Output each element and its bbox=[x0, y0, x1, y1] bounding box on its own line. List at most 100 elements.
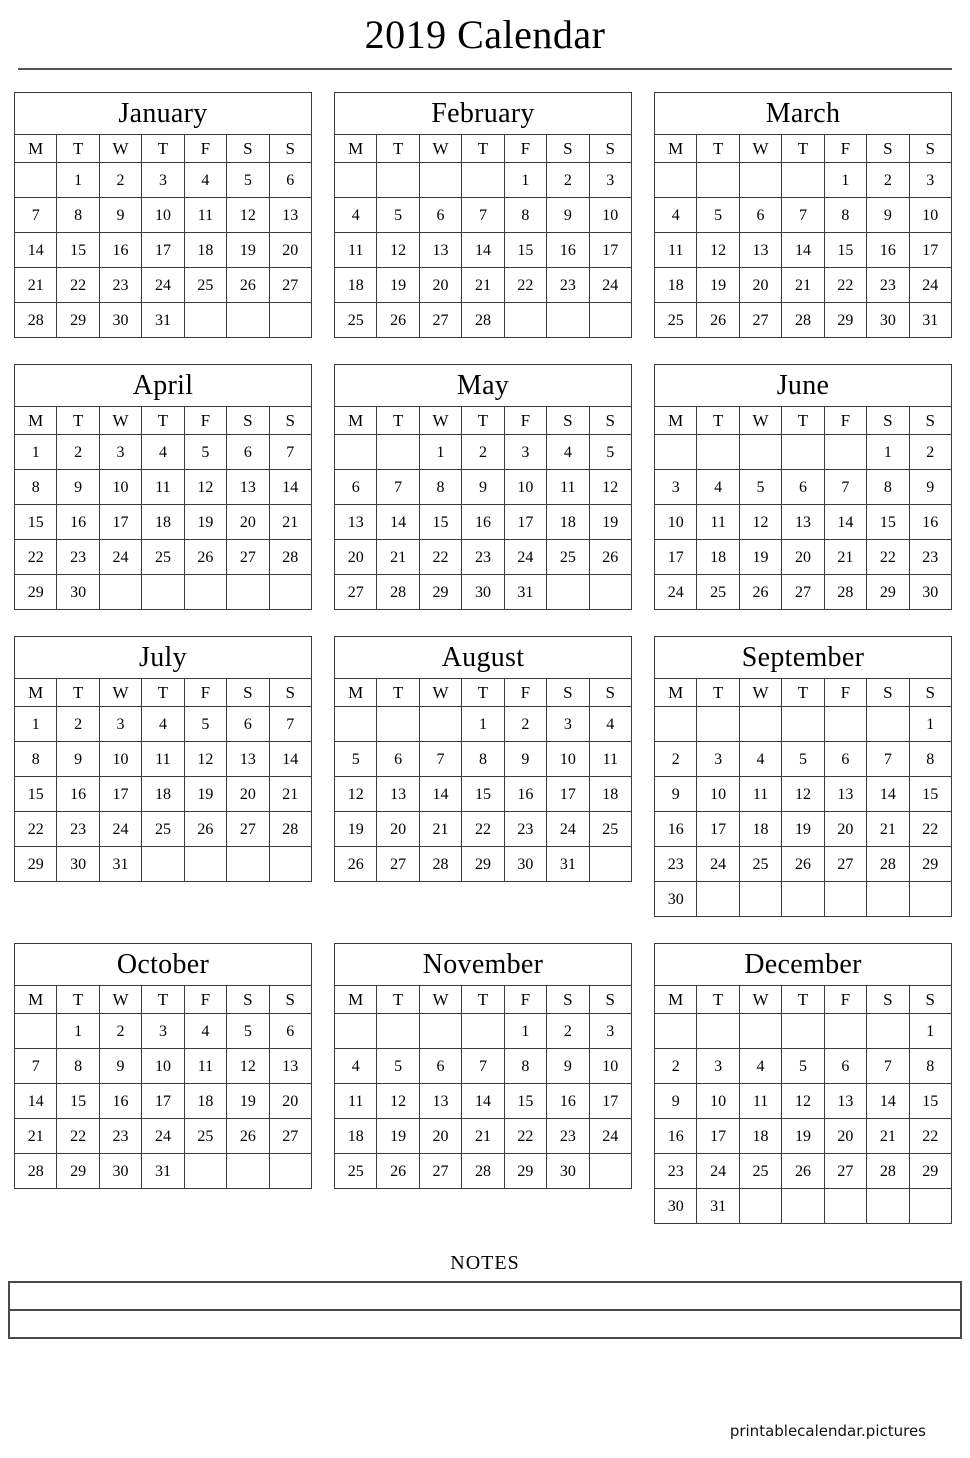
day-cell[interactable]: 17 bbox=[98, 504, 143, 540]
day-cell[interactable]: 3 bbox=[98, 434, 143, 470]
day-cell[interactable]: 20 bbox=[418, 267, 463, 303]
day-cell[interactable]: 30 bbox=[866, 302, 910, 338]
day-cell[interactable]: 19 bbox=[376, 267, 420, 303]
day-cell[interactable]: 24 bbox=[141, 1118, 185, 1154]
day-cell[interactable]: 28 bbox=[268, 539, 313, 575]
day-cell[interactable]: 22 bbox=[13, 811, 58, 847]
day-cell[interactable]: 1 bbox=[503, 1013, 548, 1049]
day-cell[interactable]: 2 bbox=[98, 162, 143, 198]
day-cell[interactable]: 2 bbox=[503, 706, 548, 742]
day-cell[interactable]: 23 bbox=[546, 1118, 590, 1154]
day-cell[interactable]: 19 bbox=[696, 267, 740, 303]
day-cell[interactable]: 11 bbox=[546, 469, 590, 505]
day-cell[interactable]: 7 bbox=[268, 434, 313, 470]
day-cell[interactable]: 5 bbox=[183, 434, 228, 470]
day-cell[interactable]: 13 bbox=[268, 1048, 313, 1084]
day-cell[interactable]: 29 bbox=[908, 1153, 953, 1189]
day-cell[interactable]: 31 bbox=[98, 846, 143, 882]
day-cell[interactable]: 22 bbox=[823, 267, 868, 303]
day-cell[interactable]: 12 bbox=[183, 741, 228, 777]
day-cell[interactable]: 13 bbox=[781, 504, 825, 540]
day-cell[interactable]: 18 bbox=[141, 504, 185, 540]
day-cell[interactable]: 24 bbox=[98, 811, 143, 847]
day-cell[interactable]: 6 bbox=[268, 1013, 313, 1049]
day-cell[interactable]: 6 bbox=[418, 197, 463, 233]
day-cell[interactable]: 29 bbox=[56, 1153, 100, 1189]
day-cell[interactable]: 9 bbox=[56, 741, 100, 777]
day-cell[interactable]: 17 bbox=[588, 232, 633, 268]
day-cell[interactable]: 4 bbox=[183, 162, 228, 198]
day-cell[interactable]: 2 bbox=[546, 162, 590, 198]
day-cell[interactable]: 26 bbox=[376, 1153, 420, 1189]
day-cell[interactable]: 30 bbox=[653, 881, 698, 917]
day-cell[interactable]: 29 bbox=[56, 302, 100, 338]
day-cell[interactable]: 8 bbox=[908, 741, 953, 777]
day-cell[interactable]: 3 bbox=[141, 162, 185, 198]
day-cell[interactable]: 10 bbox=[696, 1083, 740, 1119]
day-cell[interactable]: 17 bbox=[98, 776, 143, 812]
day-cell[interactable]: 13 bbox=[418, 1083, 463, 1119]
day-cell[interactable]: 14 bbox=[866, 1083, 910, 1119]
day-cell[interactable]: 26 bbox=[333, 846, 378, 882]
day-cell[interactable]: 17 bbox=[696, 1118, 740, 1154]
day-cell[interactable]: 22 bbox=[503, 267, 548, 303]
notes-line[interactable] bbox=[10, 1283, 960, 1311]
day-cell[interactable]: 29 bbox=[461, 846, 505, 882]
day-cell[interactable]: 5 bbox=[333, 741, 378, 777]
day-cell[interactable]: 27 bbox=[418, 1153, 463, 1189]
day-cell[interactable]: 10 bbox=[141, 197, 185, 233]
day-cell[interactable]: 25 bbox=[738, 846, 783, 882]
day-cell[interactable]: 27 bbox=[418, 302, 463, 338]
day-cell[interactable]: 4 bbox=[738, 1048, 783, 1084]
day-cell[interactable]: 28 bbox=[13, 1153, 58, 1189]
day-cell[interactable]: 7 bbox=[13, 197, 58, 233]
day-cell[interactable]: 24 bbox=[546, 811, 590, 847]
day-cell[interactable]: 24 bbox=[503, 539, 548, 575]
day-cell[interactable]: 14 bbox=[866, 776, 910, 812]
day-cell[interactable]: 15 bbox=[503, 1083, 548, 1119]
day-cell[interactable]: 1 bbox=[418, 434, 463, 470]
day-cell[interactable]: 21 bbox=[13, 267, 58, 303]
day-cell[interactable]: 18 bbox=[738, 811, 783, 847]
day-cell[interactable]: 16 bbox=[908, 504, 953, 540]
day-cell[interactable]: 12 bbox=[738, 504, 783, 540]
day-cell[interactable]: 12 bbox=[183, 469, 228, 505]
day-cell[interactable]: 16 bbox=[546, 1083, 590, 1119]
day-cell[interactable]: 12 bbox=[226, 1048, 270, 1084]
day-cell[interactable]: 8 bbox=[13, 741, 58, 777]
day-cell[interactable]: 3 bbox=[696, 1048, 740, 1084]
day-cell[interactable]: 7 bbox=[418, 741, 463, 777]
day-cell[interactable]: 11 bbox=[738, 776, 783, 812]
day-cell[interactable]: 12 bbox=[781, 776, 825, 812]
day-cell[interactable]: 15 bbox=[503, 232, 548, 268]
day-cell[interactable]: 13 bbox=[738, 232, 783, 268]
day-cell[interactable]: 21 bbox=[418, 811, 463, 847]
day-cell[interactable]: 3 bbox=[653, 469, 698, 505]
day-cell[interactable]: 16 bbox=[546, 232, 590, 268]
day-cell[interactable]: 9 bbox=[546, 197, 590, 233]
day-cell[interactable]: 17 bbox=[141, 1083, 185, 1119]
day-cell[interactable]: 11 bbox=[183, 197, 228, 233]
day-cell[interactable]: 2 bbox=[56, 706, 100, 742]
day-cell[interactable]: 28 bbox=[823, 574, 868, 610]
day-cell[interactable]: 10 bbox=[141, 1048, 185, 1084]
day-cell[interactable]: 9 bbox=[56, 469, 100, 505]
day-cell[interactable]: 9 bbox=[546, 1048, 590, 1084]
day-cell[interactable]: 1 bbox=[503, 162, 548, 198]
day-cell[interactable]: 12 bbox=[376, 232, 420, 268]
day-cell[interactable]: 13 bbox=[226, 741, 270, 777]
day-cell[interactable]: 3 bbox=[141, 1013, 185, 1049]
day-cell[interactable]: 10 bbox=[98, 469, 143, 505]
day-cell[interactable]: 8 bbox=[13, 469, 58, 505]
day-cell[interactable]: 1 bbox=[908, 706, 953, 742]
day-cell[interactable]: 20 bbox=[333, 539, 378, 575]
day-cell[interactable]: 6 bbox=[226, 706, 270, 742]
day-cell[interactable]: 4 bbox=[653, 197, 698, 233]
day-cell[interactable]: 2 bbox=[908, 434, 953, 470]
day-cell[interactable]: 8 bbox=[503, 1048, 548, 1084]
day-cell[interactable]: 6 bbox=[226, 434, 270, 470]
day-cell[interactable]: 30 bbox=[56, 846, 100, 882]
day-cell[interactable]: 11 bbox=[183, 1048, 228, 1084]
day-cell[interactable]: 4 bbox=[546, 434, 590, 470]
day-cell[interactable]: 5 bbox=[738, 469, 783, 505]
